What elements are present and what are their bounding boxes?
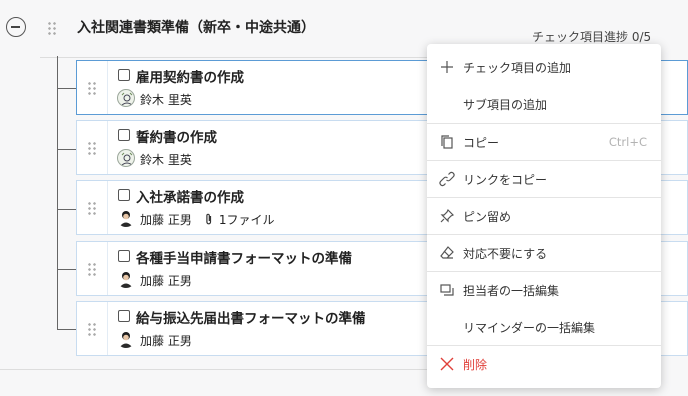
drag-handle-icon[interactable]	[87, 322, 97, 336]
copy-icon	[441, 135, 453, 149]
checkbox[interactable]	[118, 189, 130, 201]
tree-branch	[57, 149, 76, 150]
menu-item-pin[interactable]: ピン留め	[427, 198, 661, 234]
divider	[0, 369, 427, 370]
assignee-name[interactable]: 加藤 正男	[140, 332, 192, 349]
avatar[interactable]	[117, 89, 135, 107]
drag-handle-icon[interactable]	[87, 81, 97, 95]
item-name[interactable]: 各種手当申請書フォーマットの準備	[136, 247, 352, 267]
drag-handle[interactable]	[77, 61, 108, 114]
assignee-name[interactable]: 鈴木 里英	[140, 91, 192, 108]
checkbox[interactable]	[118, 69, 130, 81]
menu-item-label: チェック項目の追加	[463, 61, 572, 75]
drag-handle[interactable]	[77, 121, 108, 174]
progress-text: チェック項目進捗 0/5	[532, 30, 652, 44]
checkbox[interactable]	[118, 310, 130, 322]
avatar[interactable]	[117, 209, 135, 227]
assignee-name[interactable]: 加藤 正男	[140, 272, 192, 289]
divider	[40, 57, 430, 58]
drag-handle[interactable]	[77, 242, 108, 295]
menu-item-label: リマインダーの一括編集	[463, 321, 596, 335]
item-name[interactable]: 雇用契約書の作成	[136, 66, 244, 86]
menu-item-label: リンクをコピー	[463, 173, 548, 187]
menu-item-add-sub-item[interactable]: サブ項目の追加	[427, 86, 661, 122]
menu-item-copy-link[interactable]: リンクをコピー	[427, 161, 661, 197]
item-name[interactable]: 給与振込先届出書フォーマットの準備	[136, 307, 366, 327]
menu-item-copy[interactable]: コピー Ctrl+C	[427, 124, 661, 160]
menu-item-label: 対応不要にする	[463, 247, 548, 261]
menu-item-label: コピー	[463, 136, 500, 150]
tree-branch	[57, 329, 76, 330]
drag-handle-icon[interactable]	[47, 21, 57, 35]
checkbox[interactable]	[118, 250, 130, 262]
attachment-count: 1ファイル	[218, 213, 275, 227]
menu-item-label: ピン留め	[463, 210, 512, 224]
menu-item-mark-not-needed[interactable]: 対応不要にする	[427, 235, 661, 271]
link-icon	[439, 171, 455, 187]
group-title: 入社関連書類準備（新卒・中途共通）	[77, 20, 315, 36]
menu-item-label: 担当者の一括編集	[463, 284, 560, 298]
checkbox[interactable]	[118, 129, 130, 141]
drag-handle-icon[interactable]	[87, 262, 97, 276]
menu-item-label: 削除	[463, 358, 488, 372]
drag-handle-icon[interactable]	[87, 201, 97, 215]
avatar[interactable]	[117, 149, 135, 167]
menu-item-add-check-item[interactable]: チェック項目の追加	[427, 49, 661, 85]
close-icon	[440, 357, 454, 371]
item-name[interactable]: 誓約書の作成	[136, 126, 217, 146]
menu-item-delete[interactable]: 削除	[427, 346, 661, 382]
menu-item-label: サブ項目の追加	[463, 98, 548, 112]
eraser-icon	[440, 246, 454, 259]
drag-handle[interactable]	[77, 302, 108, 355]
menu-item-bulk-edit-assignee[interactable]: 担当者の一括編集	[427, 272, 661, 308]
collapse-icon[interactable]	[6, 17, 26, 37]
item-name[interactable]: 入社承諾書の作成	[136, 186, 244, 206]
avatar[interactable]	[117, 270, 135, 288]
tree-branch	[57, 209, 76, 210]
drag-handle-icon[interactable]	[87, 141, 97, 155]
bulk-edit-icon	[440, 284, 454, 296]
context-menu: チェック項目の追加 サブ項目の追加 コピー Ctrl+C リンクをコピー ピン留…	[427, 44, 661, 388]
tree-connector	[57, 56, 58, 329]
drag-handle[interactable]	[77, 181, 108, 234]
avatar[interactable]	[117, 330, 135, 348]
pin-icon	[440, 208, 455, 223]
plus-icon	[441, 61, 453, 73]
shortcut-hint: Ctrl+C	[608, 135, 647, 149]
assignee-name[interactable]: 加藤 正男	[140, 211, 192, 228]
menu-item-bulk-edit-reminder[interactable]: リマインダーの一括編集	[427, 309, 661, 345]
tree-branch	[57, 269, 76, 270]
assignee-name[interactable]: 鈴木 里英	[140, 151, 192, 168]
attachment[interactable]: 1ファイル	[205, 211, 274, 228]
paperclip-icon	[205, 213, 215, 227]
tree-branch	[57, 88, 76, 89]
